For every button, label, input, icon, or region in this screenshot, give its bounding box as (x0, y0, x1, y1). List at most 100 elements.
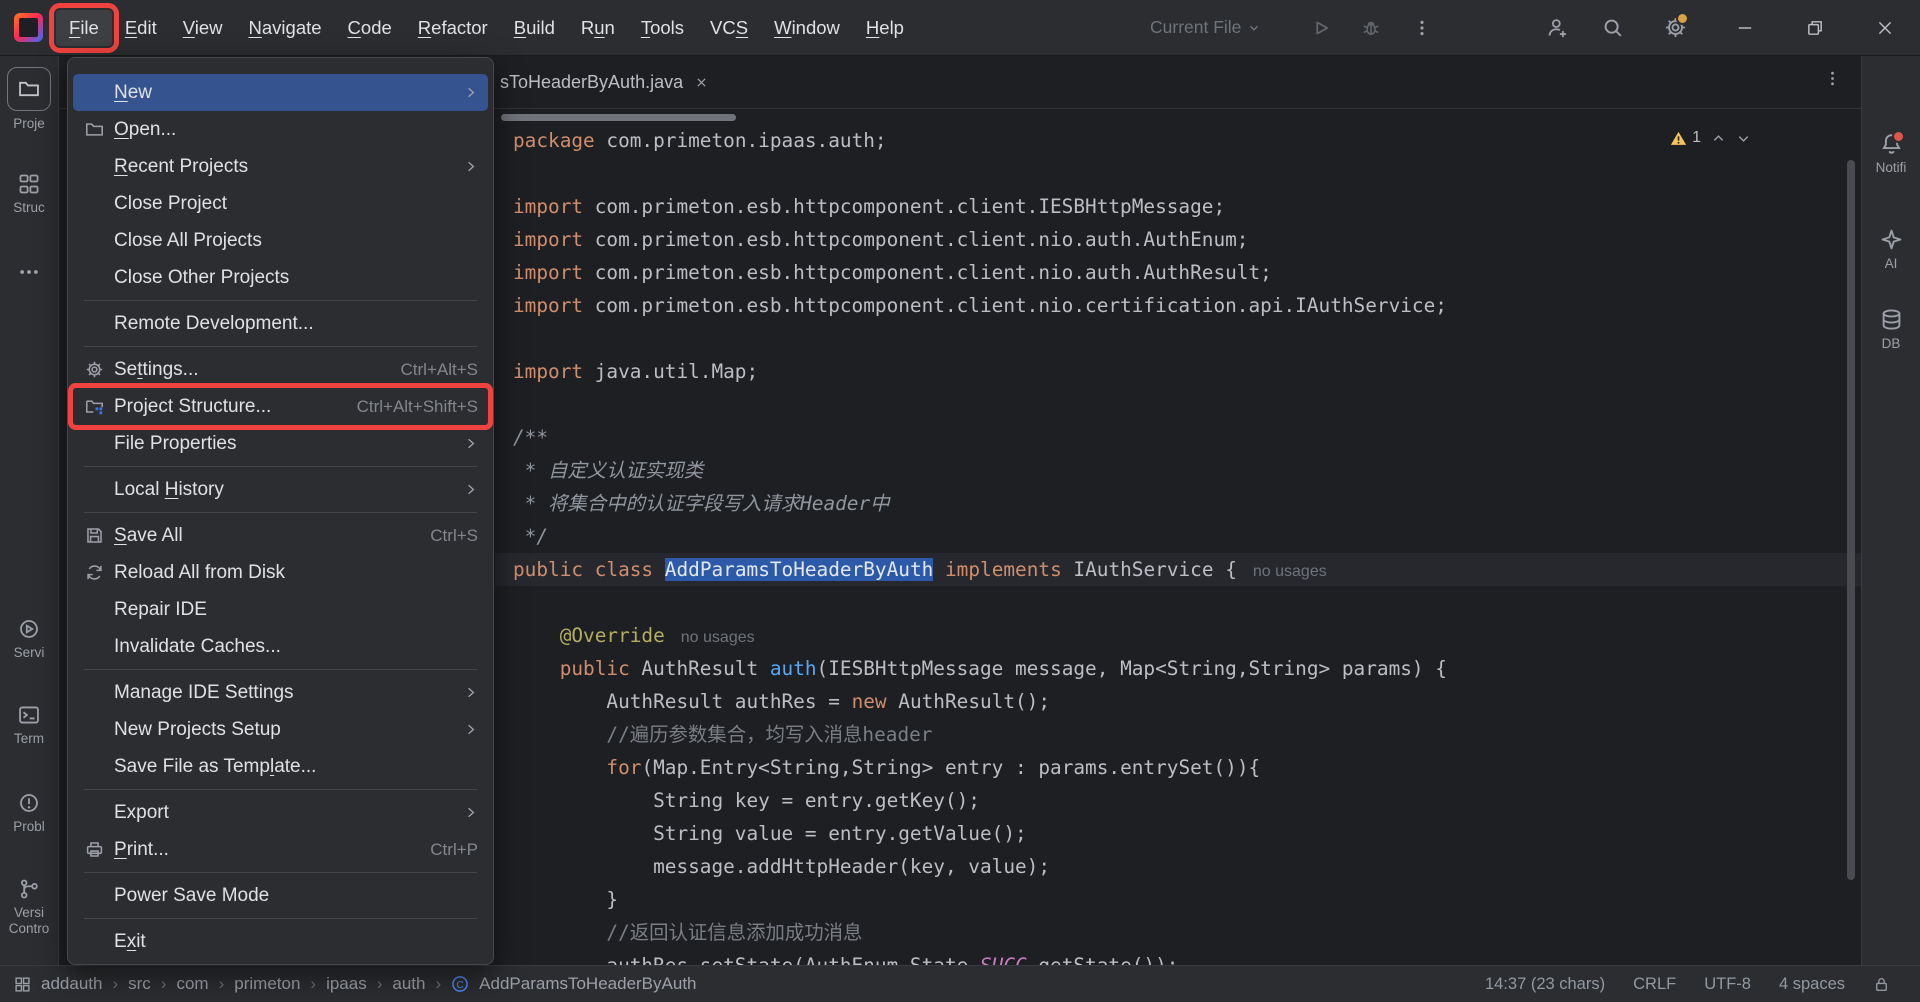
menubar-item-help[interactable]: Help (853, 10, 917, 46)
menubar-item-run[interactable]: Run (568, 10, 628, 46)
menu-item-invalidate-caches[interactable]: Invalidate Caches... (73, 628, 488, 665)
run-button[interactable] (1299, 0, 1343, 55)
menu-item-label: Settings... (114, 359, 199, 381)
intellij-logo-icon (14, 13, 43, 42)
menubar-item-view[interactable]: View (170, 10, 236, 46)
blank-icon (83, 82, 105, 104)
menubar-item-tools[interactable]: Tools (628, 10, 697, 46)
menubar-item-vcs[interactable]: VCS (697, 10, 761, 46)
lock-icon[interactable] (1873, 976, 1890, 993)
breadcrumb-item[interactable]: src (128, 974, 151, 994)
code-with-me-button[interactable] (1535, 0, 1579, 55)
menu-item-new-projects-setup[interactable]: New Projects Setup (73, 711, 488, 748)
settings-update-badge (1676, 12, 1689, 25)
sidebar-item-notifications[interactable]: Notifi (1862, 132, 1920, 175)
submenu-chevron-icon (462, 85, 478, 100)
sidebar-item-version-control[interactable]: Versi Contro (0, 878, 58, 936)
close-window-button[interactable] (1863, 0, 1907, 55)
sidebar-item-terminal[interactable]: Term (0, 704, 58, 746)
breadcrumb-item[interactable]: ipaas (326, 974, 367, 994)
sidebar-item-structure[interactable]: Struc (0, 173, 58, 215)
sidebar-item-database[interactable]: DB (1862, 308, 1920, 351)
run-configuration-selector[interactable]: Current File (1150, 0, 1261, 55)
caret-position-widget[interactable]: 14:37 (23 chars) (1485, 975, 1605, 994)
breadcrumb: addauth›src›com›primeton›ipaas›auth›CAdd… (14, 974, 697, 994)
menu-item-print[interactable]: Print...Ctrl+P (73, 831, 488, 868)
breadcrumb-item[interactable]: addauth (41, 974, 102, 994)
menu-item-repair-ide[interactable]: Repair IDE (73, 591, 488, 628)
floppy-icon (83, 525, 105, 547)
menu-item-recent-projects[interactable]: Recent Projects (73, 148, 488, 185)
restore-button[interactable] (1793, 0, 1837, 55)
menu-item-local-history[interactable]: Local History (73, 471, 488, 508)
line-ending-widget[interactable]: CRLF (1633, 975, 1676, 994)
code-line: @Overrideno usages (495, 619, 1861, 652)
menu-item-label: Close Other Projects (114, 267, 289, 289)
indent-widget[interactable]: 4 spaces (1779, 975, 1845, 994)
code-line: for(Map.Entry<String,String> entry : par… (495, 751, 1861, 784)
minimize-button[interactable] (1723, 0, 1767, 55)
debug-button[interactable] (1349, 0, 1393, 55)
sidebar-item-project[interactable]: Proje (0, 67, 58, 131)
blank-icon (83, 682, 105, 704)
settings-button[interactable] (1653, 0, 1697, 55)
menu-item-project-structure[interactable]: Project Structure...Ctrl+Alt+Shift+S (73, 388, 488, 425)
menu-item-settings[interactable]: Settings...Ctrl+Alt+S (73, 351, 488, 388)
menubar-item-window[interactable]: Window (761, 10, 853, 46)
menu-item-save-file-as-template[interactable]: Save File as Template... (73, 748, 488, 785)
editor-options-button[interactable] (1824, 70, 1841, 87)
encoding-widget[interactable]: UTF-8 (1704, 975, 1751, 994)
submenu-chevron-icon (462, 722, 478, 737)
menubar-item-code[interactable]: Code (335, 10, 405, 46)
breadcrumb-item[interactable]: AddParamsToHeaderByAuth (479, 974, 696, 994)
menu-separator (84, 466, 477, 467)
breadcrumb-item[interactable]: auth (392, 974, 425, 994)
sidebar-item-problems[interactable]: Probl (0, 792, 58, 834)
reload-icon (83, 562, 105, 584)
menu-item-remote-development[interactable]: Remote Development... (73, 305, 488, 342)
menubar-item-build[interactable]: Build (501, 10, 568, 46)
menubar-item-file[interactable]: File (56, 10, 112, 46)
menu-item-file-properties[interactable]: File Properties (73, 425, 488, 462)
blank-icon (83, 479, 105, 501)
menu-item-shortcut: Ctrl+P (430, 840, 478, 860)
menu-item-power-save-mode[interactable]: Power Save Mode (73, 877, 488, 914)
status-bar: addauth›src›com›primeton›ipaas›auth›CAdd… (0, 965, 1920, 1002)
menu-item-close-project[interactable]: Close Project (73, 185, 488, 222)
breadcrumb-item[interactable]: com (176, 974, 208, 994)
breadcrumb-separator: › (161, 974, 167, 994)
menubar-item-refactor[interactable]: Refactor (405, 10, 501, 46)
search-icon (1602, 17, 1624, 39)
code-line (495, 157, 1861, 190)
submenu-chevron-icon (462, 436, 478, 451)
menu-item-export[interactable]: Export (73, 794, 488, 831)
run-configuration-label: Current File (1150, 17, 1241, 38)
search-everywhere-button[interactable] (1591, 0, 1635, 55)
menu-item-new[interactable]: New (73, 74, 488, 111)
tab-strip-scrollbar[interactable] (501, 114, 736, 121)
sidebar-label: Proje (13, 116, 45, 131)
code-line: /** (495, 421, 1861, 454)
code-area[interactable]: package com.primeton.ipaas.auth;import c… (495, 124, 1861, 966)
menu-item-reload-all-from-disk[interactable]: Reload All from Disk (73, 554, 488, 591)
editor-scrollbar[interactable] (1847, 160, 1855, 880)
code-line: package com.primeton.ipaas.auth; (495, 124, 1861, 157)
minimize-icon (1736, 19, 1754, 37)
sidebar-item-ai-assistant[interactable]: AI (1862, 228, 1920, 271)
menubar-item-navigate[interactable]: Navigate (236, 10, 335, 46)
menu-item-close-other-projects[interactable]: Close Other Projects (73, 259, 488, 296)
tab-close-icon[interactable] (695, 76, 708, 89)
sidebar-item-services[interactable]: Servi (0, 618, 58, 660)
menu-item-close-all-projects[interactable]: Close All Projects (73, 222, 488, 259)
sidebar-item-more-tools[interactable] (0, 261, 58, 283)
editor-tab[interactable]: sToHeaderByAuth.java (500, 56, 708, 108)
menu-item-open[interactable]: Open... (73, 111, 488, 148)
menubar-item-edit[interactable]: Edit (112, 10, 170, 46)
menu-item-save-all[interactable]: Save AllCtrl+S (73, 517, 488, 554)
restore-window-icon (1806, 19, 1824, 37)
menu-item-exit[interactable]: Exit (73, 923, 488, 960)
more-actions-button[interactable] (1400, 0, 1444, 55)
status-widgets: 14:37 (23 chars) CRLF UTF-8 4 spaces (1485, 975, 1890, 994)
breadcrumb-item[interactable]: primeton (234, 974, 300, 994)
menu-item-manage-ide-settings[interactable]: Manage IDE Settings (73, 674, 488, 711)
